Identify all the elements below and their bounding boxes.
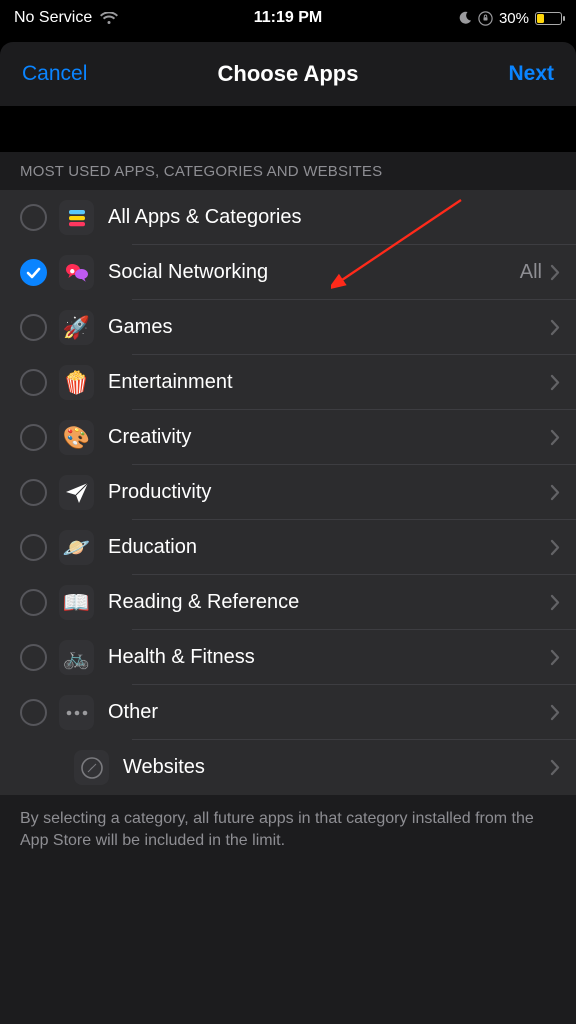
checkbox[interactable] [20, 699, 47, 726]
chevron-right-icon [550, 319, 560, 336]
moon-icon [458, 11, 472, 25]
nav-bar: Cancel Choose Apps Next [0, 42, 576, 106]
chevron-right-icon [550, 264, 560, 281]
category-row[interactable]: Social NetworkingAll [0, 245, 576, 300]
chevron-right-icon [550, 649, 560, 666]
checkbox[interactable] [20, 204, 47, 231]
wifi-icon [100, 12, 118, 25]
category-row[interactable]: Other [0, 685, 576, 740]
category-label: Creativity [108, 426, 550, 449]
category-label: Health & Fitness [108, 646, 550, 669]
chevron-right-icon [550, 429, 560, 446]
category-row[interactable]: 🚲 Health & Fitness [0, 630, 576, 685]
next-button[interactable]: Next [508, 62, 554, 86]
stacks-icon [59, 200, 94, 235]
book-icon: 📖 [59, 585, 94, 620]
chevron-right-icon [550, 704, 560, 721]
lock-rotation-icon [478, 11, 493, 26]
category-label: Other [108, 701, 550, 724]
category-label: Games [108, 316, 550, 339]
checkbox[interactable] [20, 479, 47, 506]
category-list: All Apps & Categories Social NetworkingAl… [0, 190, 576, 795]
battery-percent: 30% [499, 10, 529, 27]
compass-icon [74, 750, 109, 785]
carrier-label: No Service [14, 9, 92, 27]
category-label: Entertainment [108, 371, 550, 394]
checkbox[interactable] [20, 534, 47, 561]
trail-text: All [520, 261, 542, 284]
popcorn-icon: 🍿 [59, 365, 94, 400]
checkbox[interactable] [20, 644, 47, 671]
chevron-right-icon [550, 484, 560, 501]
spacing [0, 106, 576, 152]
section-header: MOST USED APPS, CATEGORIES AND WEBSITES [0, 152, 576, 190]
bike-icon: 🚲 [59, 640, 94, 675]
chevron-right-icon [550, 374, 560, 391]
choose-apps-modal: Cancel Choose Apps Next MOST USED APPS, … [0, 42, 576, 1024]
battery-icon [535, 12, 562, 25]
cancel-button[interactable]: Cancel [22, 62, 87, 86]
category-row[interactable]: 🎨 Creativity [0, 410, 576, 465]
category-row[interactable]: 📖 Reading & Reference [0, 575, 576, 630]
status-left: No Service [14, 9, 118, 27]
chevron-right-icon [550, 594, 560, 611]
category-row[interactable]: Productivity [0, 465, 576, 520]
category-row[interactable]: 🍿 Entertainment [0, 355, 576, 410]
planet-icon: 🪐 [59, 530, 94, 565]
status-bar: No Service 11:19 PM 30% [0, 0, 576, 36]
chevron-right-icon [550, 539, 560, 556]
status-right: 30% [458, 10, 562, 27]
category-row[interactable]: Websites [0, 740, 576, 795]
checkbox[interactable] [20, 314, 47, 341]
category-label: All Apps & Categories [108, 206, 560, 229]
plane-icon [59, 475, 94, 510]
category-label: Productivity [108, 481, 550, 504]
checkbox[interactable] [20, 259, 47, 286]
social-icon [59, 255, 94, 290]
category-label: Reading & Reference [108, 591, 550, 614]
rocket-icon: 🚀 [59, 310, 94, 345]
ellipsis-icon [59, 695, 94, 730]
category-row[interactable]: 🪐 Education [0, 520, 576, 575]
category-label: Social Networking [108, 261, 520, 284]
palette-icon: 🎨 [59, 420, 94, 455]
category-label: Websites [123, 756, 550, 779]
category-row[interactable]: 🚀 Games [0, 300, 576, 355]
chevron-right-icon [550, 759, 560, 776]
checkbox[interactable] [20, 424, 47, 451]
category-label: Education [108, 536, 550, 559]
footer-note: By selecting a category, all future apps… [0, 795, 576, 866]
checkbox[interactable] [20, 369, 47, 396]
category-row[interactable]: All Apps & Categories [0, 190, 576, 245]
checkbox[interactable] [20, 589, 47, 616]
